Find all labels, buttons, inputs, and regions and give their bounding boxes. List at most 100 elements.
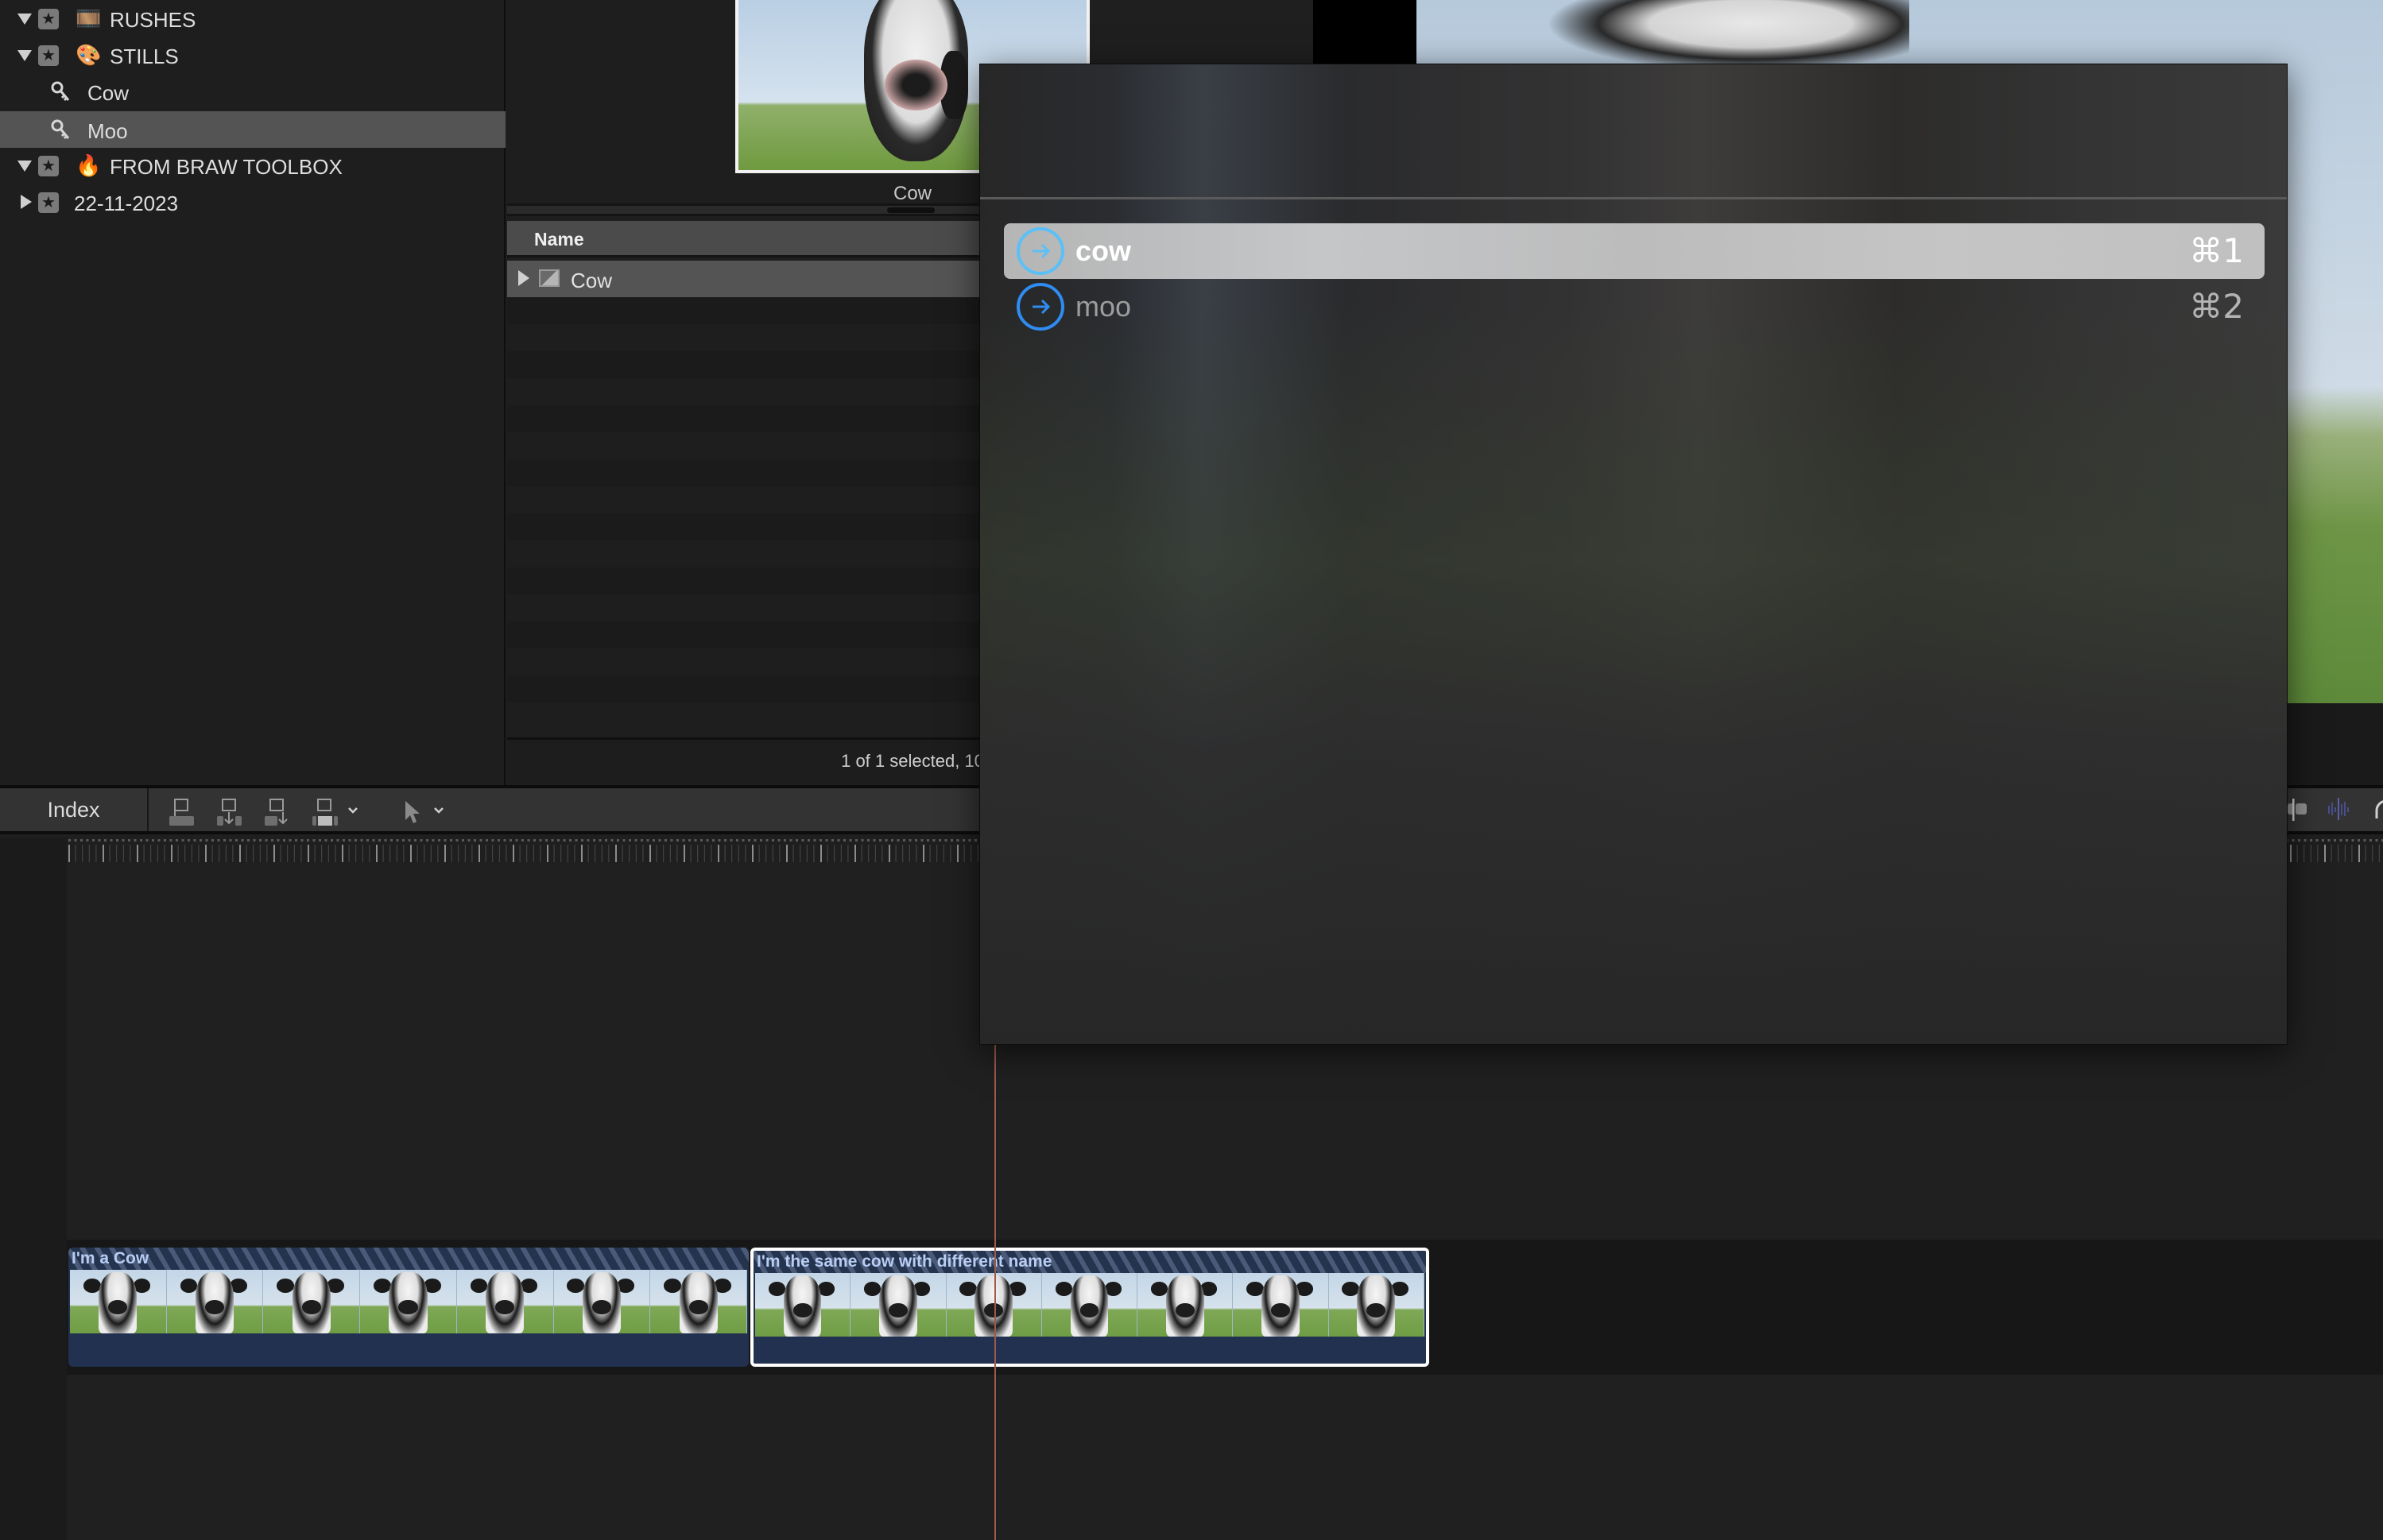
ruler-tick [738,845,739,862]
keyboard-shortcut: ⌘1 [2189,231,2244,270]
star-icon: ★ [38,156,59,176]
palette-icon: 🎨 [76,43,102,67]
sidebar-item-rushes[interactable]: ★ 🎞️ RUSHES [0,0,506,37]
insert-clip-icon[interactable] [216,798,243,826]
ruler-tick [649,845,651,862]
ruler-tick [458,845,459,862]
browser-split-divider[interactable] [507,203,984,216]
ruler-tick [143,845,145,862]
filmstrip-frame [755,1273,851,1337]
list-column-header[interactable]: Name [507,221,984,257]
library-sidebar: ★ 🎞️ RUSHES ★ 🎨 STILLS Cow Moo ★ 🔥 FROM … [0,0,506,785]
clip-filmstrip [70,1270,748,1333]
disclosure-expanded-icon[interactable] [17,50,32,61]
ruler-tick [533,845,534,862]
append-clip-icon[interactable] [264,798,291,826]
ruler-tick [184,845,186,862]
ruler-tick [2358,845,2360,862]
divider-grip[interactable] [887,207,935,213]
ruler-tick [239,845,241,862]
ruler-tick [198,845,200,862]
disclosure-expanded-icon[interactable] [17,161,32,172]
ruler-tick [779,845,781,862]
star-icon: ★ [38,192,59,213]
select-tool-icon[interactable] [401,798,428,826]
overwrite-clip-icon[interactable] [312,798,339,826]
ruler-tick [957,845,959,862]
list-stripe [507,513,984,540]
ruler-tick [513,845,514,862]
ruler-tick [417,845,418,862]
ruler-tick [205,845,207,862]
chevron-down-icon[interactable] [347,804,359,817]
arrow-right-circle-icon [1017,283,1064,331]
ruler-tick [889,845,890,862]
index-button[interactable]: Index [0,788,149,831]
film-icon: 🎞️ [76,6,102,30]
ruler-tick [615,845,617,862]
ruler-tick [560,845,562,862]
popover-item-moo[interactable]: moo ⌘2 [1004,279,2265,335]
list-row[interactable]: Cow [507,261,984,297]
ruler-tick [382,845,384,862]
sidebar-item-label: RUSHES [110,8,196,32]
ruler-tick [253,845,254,862]
ruler-tick [403,845,405,862]
clip-filmstrip [755,1273,1424,1337]
ruler-tick [88,845,90,862]
audio-waveform-icon [2328,798,2349,820]
clip-title: I'm a Cow [68,1248,749,1270]
ruler-tick [601,845,603,862]
playhead[interactable] [994,1045,996,1540]
ruler-tick [642,845,644,862]
filmstrip-frame [1328,1273,1424,1337]
ruler-tick [902,845,904,862]
sidebar-item-keyword-cow[interactable]: Cow [0,73,506,110]
ruler-tick [273,845,275,862]
timeline-clip-selected[interactable]: I'm the same cow with different name [750,1248,1429,1367]
sidebar-item-keyword-moo[interactable]: Moo [0,111,506,148]
sidebar-item-22-11-2023[interactable]: ★ 22-11-2023 [0,184,506,220]
filmstrip-frame [70,1270,167,1333]
ruler-tick [68,845,70,862]
list-stripe [507,324,984,351]
list-row-name: Cow [571,269,613,292]
ruler-tick [752,845,754,862]
connect-clip-icon[interactable] [169,798,196,826]
ruler-tick [103,845,104,862]
ruler-tick [923,845,924,862]
clip-appearance-icon [2288,799,2307,821]
timeline-clip[interactable]: I'm a Cow [68,1248,749,1367]
ruler-tick [718,845,719,862]
sidebar-item-from-braw-toolbox[interactable]: ★ 🔥 FROM BRAW TOOLBOX [0,147,506,184]
ruler-tick [479,845,480,862]
ruler-tick [2378,845,2380,862]
disclosure-collapsed-icon[interactable] [518,270,529,286]
sidebar-item-stills[interactable]: ★ 🎨 STILLS [0,37,506,73]
ruler-tick [547,845,548,862]
filmstrip-frame [360,1270,457,1333]
browser-status-bar: 1 of 1 selected, 10: [507,737,989,784]
filmstrip-frame [456,1270,554,1333]
ruler-tick [389,845,391,862]
ruler-tick [164,845,165,862]
ruler-tick [663,845,665,862]
ruler-tick [410,845,412,862]
filmstrip-frame [1233,1273,1329,1337]
ruler-tick [327,845,329,862]
image-icon [539,269,560,287]
ruler-tick [2372,845,2373,862]
ruler-tick [116,845,118,862]
ruler-tick [246,845,247,862]
chevron-down-icon[interactable] [432,804,445,817]
filmstrip-frame [166,1270,264,1333]
disclosure-expanded-icon[interactable] [17,14,32,25]
ruler-tick [369,845,370,862]
audio-controls[interactable] [2288,788,2383,831]
disclosure-collapsed-icon[interactable] [21,195,32,209]
filmstrip-frame [553,1270,651,1333]
ruler-tick [758,845,760,862]
ruler-tick [2290,845,2292,862]
ruler-tick [308,845,309,862]
popover-item-cow[interactable]: cow ⌘1 [1004,223,2265,279]
